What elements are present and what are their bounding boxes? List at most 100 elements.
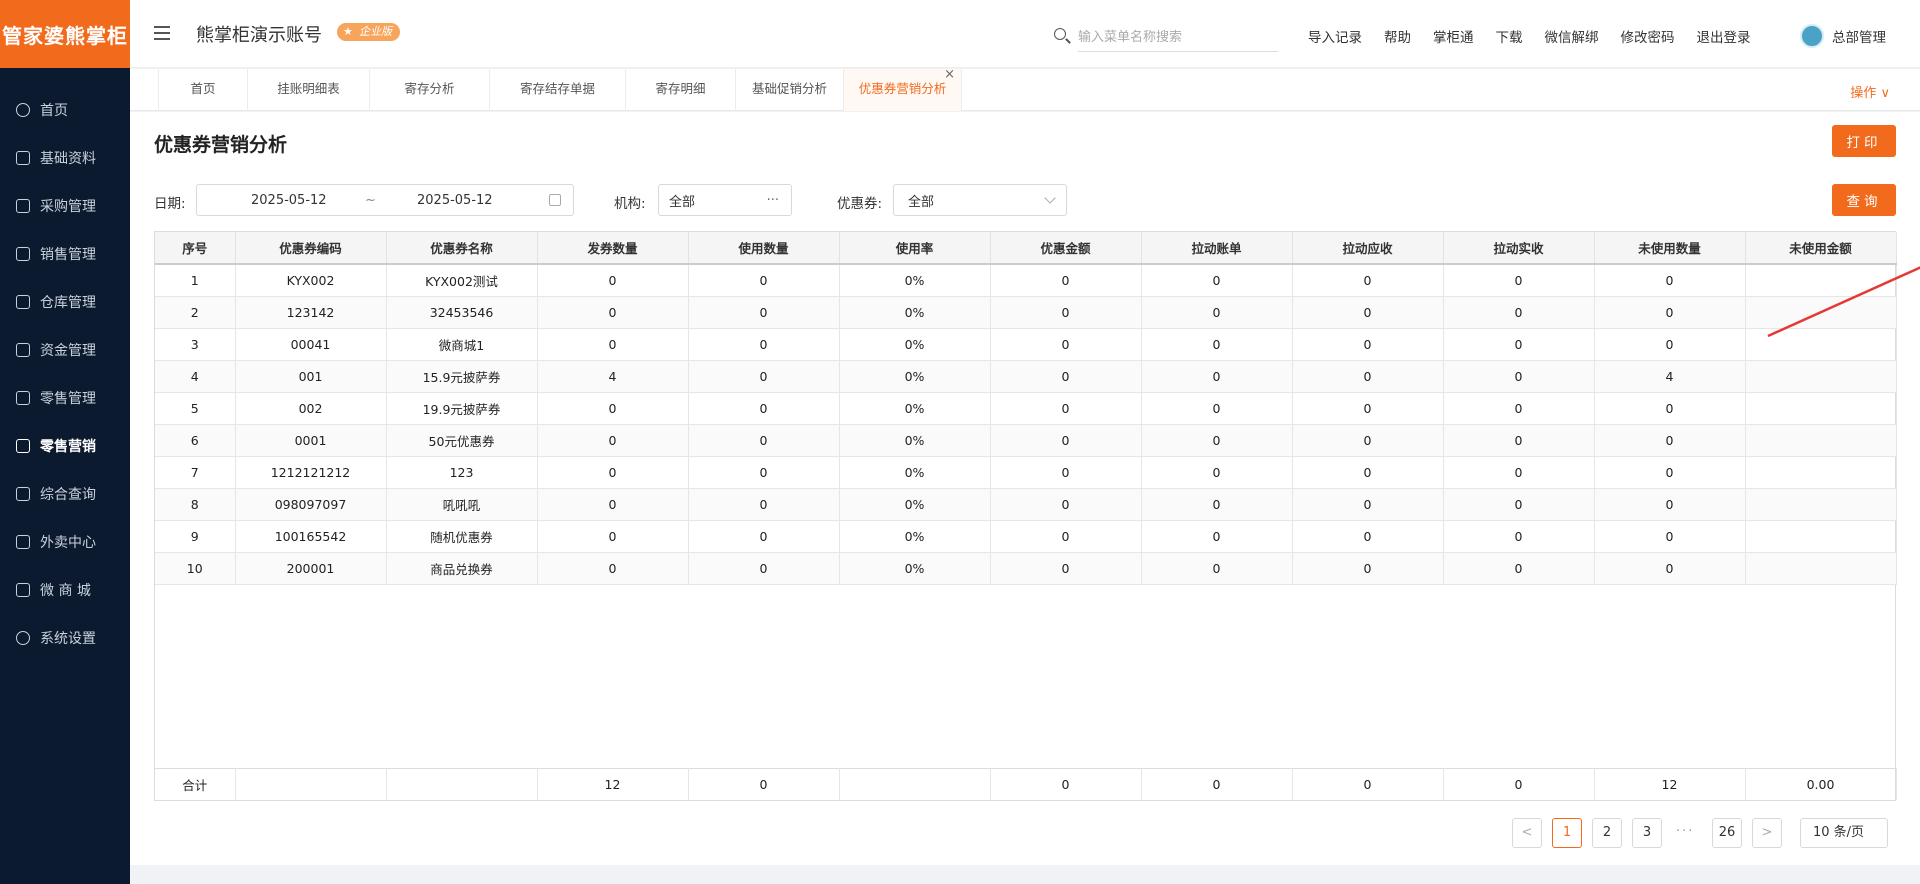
table-row[interactable]: 8 098097097 吼吼吼 0 0 0% 0 0 0 0 0 xyxy=(155,488,1897,521)
sidebar-item-label: 资金管理 xyxy=(40,343,96,359)
sidebar-item-4[interactable]: 仓库管理 xyxy=(0,278,130,326)
total-cell: 0 xyxy=(1141,767,1293,800)
table-cell: 1 xyxy=(155,264,236,297)
table-cell: 0 xyxy=(688,296,840,329)
column-header[interactable]: 拉动实收 xyxy=(1443,232,1595,265)
table-cell: 6 xyxy=(155,424,236,457)
table-cell: 0% xyxy=(839,360,991,393)
table-row[interactable]: 3 00041 微商城1 0 0 0% 0 0 0 0 0 xyxy=(155,328,1897,361)
sidebar-item-3[interactable]: 销售管理 xyxy=(0,230,130,278)
table-row[interactable]: 7 1212121212 123 0 0 0% 0 0 0 0 0 xyxy=(155,456,1897,489)
column-header[interactable]: 使用率 xyxy=(839,232,991,265)
more-icon[interactable]: ··· xyxy=(767,193,779,208)
page-size-select[interactable]: 10 条/页 xyxy=(1800,818,1888,848)
table-cell xyxy=(1745,424,1897,457)
table-cell: 0 xyxy=(688,424,840,457)
close-icon[interactable]: × xyxy=(944,55,955,95)
table-row[interactable]: 1 KYX002 KYX002测试 0 0 0% 0 0 0 0 0 xyxy=(155,264,1897,297)
tab-1[interactable]: 挂账明细表 xyxy=(248,69,370,111)
sidebar-item-1[interactable]: 基础资料 xyxy=(0,134,130,182)
query-button[interactable]: 查询 xyxy=(1832,184,1896,216)
sidebar-item-7[interactable]: 零售营销 xyxy=(0,422,130,470)
next-page-button[interactable]: > xyxy=(1752,818,1782,848)
table-row[interactable]: 6 0001 50元优惠券 0 0 0% 0 0 0 0 0 xyxy=(155,424,1897,457)
table-cell: 0 xyxy=(1443,552,1595,585)
table-cell: 1212121212 xyxy=(235,456,387,489)
column-header[interactable]: 拉动账单 xyxy=(1141,232,1293,265)
column-header[interactable]: 序号 xyxy=(155,232,236,265)
org-select[interactable]: 全部 ··· xyxy=(658,184,792,216)
table-cell: 100165542 xyxy=(235,520,387,553)
top-link-5[interactable]: 修改密码 xyxy=(1621,26,1675,46)
top-link-3[interactable]: 下载 xyxy=(1496,26,1523,46)
tab-6[interactable]: 优惠券营销分析 × xyxy=(844,67,962,111)
page-size-label: 10 条/页 xyxy=(1813,825,1865,840)
date-start[interactable]: 2025-05-12 xyxy=(251,193,327,208)
page-button-last[interactable]: 26 xyxy=(1712,818,1742,848)
operations-menu[interactable]: 操作 ∨ xyxy=(1850,82,1890,101)
sidebar-item-2[interactable]: 采购管理 xyxy=(0,182,130,230)
page-button-1[interactable]: 1 xyxy=(1552,818,1582,848)
print-button[interactable]: 打印 xyxy=(1832,125,1896,157)
sidebar-item-11[interactable]: 系统设置 xyxy=(0,614,130,662)
tab-2[interactable]: 寄存分析 xyxy=(370,69,490,111)
table-cell: 0 xyxy=(1292,552,1444,585)
table-cell: 0% xyxy=(839,456,991,489)
column-header[interactable]: 优惠券名称 xyxy=(386,232,538,265)
page-button-3[interactable]: 3 xyxy=(1632,818,1662,848)
account-name: 熊掌柜演示账号 xyxy=(196,25,322,46)
sidebar-item-0[interactable]: 首页 xyxy=(0,86,130,134)
table-cell: 0% xyxy=(839,552,991,585)
table-header: 序号 优惠券编码 优惠券名称 发券数量 使用数量 使用率 优惠金额 拉动账单 拉动应收 拉动实收未… xyxy=(155,232,1897,265)
table-cell: 0 xyxy=(1443,296,1595,329)
date-end[interactable]: 2025-05-12 xyxy=(417,193,493,208)
column-header[interactable]: 使用数量 xyxy=(688,232,840,265)
tab-bar: 操作 ∨ 首页 挂账明细表 寄存分析 寄存结存单据 寄存明细 基础促销分析 优惠券营销分析 × xyxy=(130,67,1920,111)
coupon-select[interactable]: 全部 xyxy=(893,184,1067,216)
page-button-2[interactable]: 2 xyxy=(1592,818,1622,848)
column-header[interactable]: 优惠券编码 xyxy=(235,232,387,265)
menu-toggle-icon[interactable] xyxy=(154,26,170,40)
top-link-1[interactable]: 帮助 xyxy=(1384,26,1411,46)
sidebar-item-8[interactable]: 综合查询 xyxy=(0,470,130,518)
total-cell: 合计 xyxy=(155,767,236,800)
column-header[interactable]: 拉动应收 xyxy=(1292,232,1444,265)
table-row[interactable]: 2 123142 32453546 0 0 0% 0 0 0 0 0 xyxy=(155,296,1897,329)
table-row[interactable]: 5 002 19.9元披萨券 0 0 0% 0 0 0 0 0 xyxy=(155,392,1897,425)
menu-search-input[interactable] xyxy=(1078,24,1278,52)
sidebar-item-9[interactable]: 外卖中心 xyxy=(0,518,130,566)
coupon-label: 优惠券: xyxy=(837,196,883,212)
table-cell: 0 xyxy=(990,424,1142,457)
prev-page-button[interactable]: < xyxy=(1512,818,1542,848)
date-range-picker[interactable]: 2025-05-12 ~ 2025-05-12 xyxy=(196,184,574,216)
table-cell: 0 xyxy=(1292,424,1444,457)
sidebar-item-10[interactable]: 微 商 城 xyxy=(0,566,130,614)
org-label: 机构: xyxy=(614,196,646,212)
tab-4[interactable]: 寄存明细 xyxy=(626,69,736,111)
user-menu[interactable]: 总部管理 xyxy=(1800,24,1886,48)
top-link-0[interactable]: 导入记录 xyxy=(1308,26,1362,46)
tab-5[interactable]: 基础促销分析 xyxy=(736,69,844,111)
tab-3[interactable]: 寄存结存单据 xyxy=(490,69,626,111)
top-link-6[interactable]: 退出登录 xyxy=(1697,26,1751,46)
table-row[interactable]: 9 100165542 随机优惠券 0 0 0% 0 0 0 0 0 xyxy=(155,520,1897,553)
top-link-4[interactable]: 微信解绑 xyxy=(1545,26,1599,46)
sidebar-item-6[interactable]: 零售管理 xyxy=(0,374,130,422)
column-header[interactable]: 未使用数量 xyxy=(1594,232,1746,265)
top-link-2[interactable]: 掌柜通 xyxy=(1433,26,1474,46)
table-row[interactable]: 10 200001 商品兑换券 0 0 0% 0 0 0 0 0 xyxy=(155,552,1897,585)
table-cell: 0 xyxy=(537,552,689,585)
sidebar-item-5[interactable]: 资金管理 xyxy=(0,326,130,374)
column-header[interactable]: 发券数量 xyxy=(537,232,689,265)
page-ellipsis[interactable]: ··· xyxy=(1676,824,1694,839)
table-cell: 0 xyxy=(1141,264,1293,297)
table-row[interactable]: 4 001 15.9元披萨券 4 0 0% 0 0 0 0 4 xyxy=(155,360,1897,393)
table-cell: 002 xyxy=(235,392,387,425)
table-cell: 5 xyxy=(155,392,236,425)
table-cell: 0 xyxy=(990,392,1142,425)
column-header[interactable]: 优惠金额 xyxy=(990,232,1142,265)
table-cell: 15.9元披萨券 xyxy=(386,360,538,393)
tab-label: 寄存明细 xyxy=(655,81,706,96)
table-cell: 0 xyxy=(1594,296,1746,329)
tab-0[interactable]: 首页 xyxy=(158,69,248,111)
